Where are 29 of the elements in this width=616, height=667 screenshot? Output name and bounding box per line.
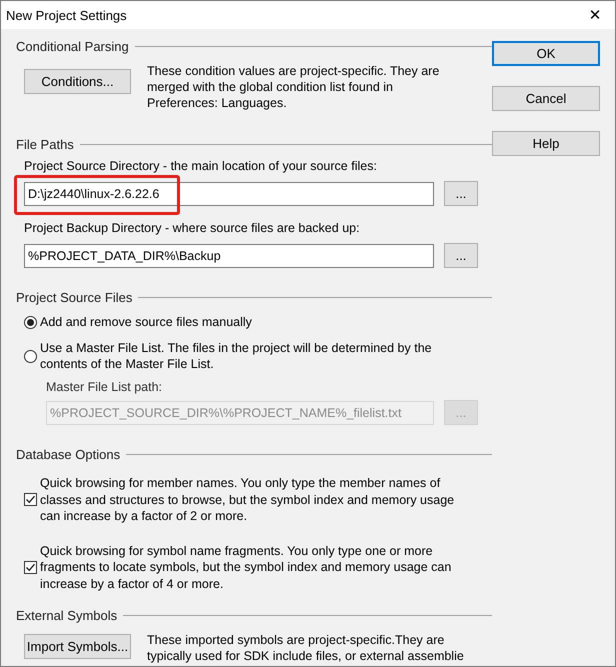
section-heading: Database Options bbox=[16, 447, 120, 462]
description-text: These imported symbols are project-specific.They are typically used for SDK include files, or external assemblie bbox=[147, 632, 465, 664]
option-label: Quick browsing for symbol name fragments. You only type one or more fragments to locate symbols, but the symbol index and memory usage can increase by a factor of 4 or more. bbox=[40, 542, 452, 592]
browse-button[interactable]: ... bbox=[444, 181, 478, 206]
checkbox[interactable] bbox=[24, 560, 37, 574]
option-label: Use a Master File List. The files in the project will be determined by the contents of the Master File List. bbox=[40, 340, 433, 372]
description-text: These condition values are project-specific. They are merged with the global condition list found in Preferences: Languages. bbox=[147, 63, 440, 111]
field-label: Project Backup Directory - where source files are backed up: bbox=[24, 221, 361, 235]
browse-button[interactable]: ... bbox=[444, 243, 478, 268]
option-label: Add and remove source files manually bbox=[40, 314, 253, 330]
path-field[interactable]: D:\jz2440\linux-2.6.22.6 bbox=[24, 182, 434, 206]
section-heading: File Paths bbox=[16, 137, 74, 152]
option-label: Quick browsing for member names. You only type the member names of classes and structures to browse, but the symbol index and memory usage can increase by a factor of 2 or more. bbox=[40, 475, 456, 524]
dialog-button[interactable]: Help bbox=[492, 131, 600, 156]
checkbox[interactable] bbox=[24, 493, 37, 506]
field-label: Master File List path: bbox=[46, 380, 164, 394]
close-button[interactable]: ✕ bbox=[575, 1, 615, 29]
import-symbols-button[interactable]: Import Symbols... bbox=[24, 634, 131, 659]
path-field[interactable]: %PROJECT_DATA_DIR%\Backup bbox=[24, 244, 434, 268]
section-heading: Project Source Files bbox=[16, 290, 132, 305]
dialog-button[interactable]: Cancel bbox=[492, 86, 600, 111]
section-heading: Conditional Parsing bbox=[16, 39, 129, 54]
radio-button[interactable] bbox=[24, 350, 37, 362]
section-heading: External Symbols bbox=[16, 608, 118, 623]
field-label: Project Source Directory - the main location of your source files: bbox=[24, 159, 378, 173]
window-title: New Project Settings bbox=[6, 8, 127, 22]
radio-button[interactable] bbox=[24, 316, 37, 328]
conditions-button[interactable]: Conditions... bbox=[24, 69, 131, 94]
dialog-button[interactable]: OK bbox=[492, 41, 600, 66]
